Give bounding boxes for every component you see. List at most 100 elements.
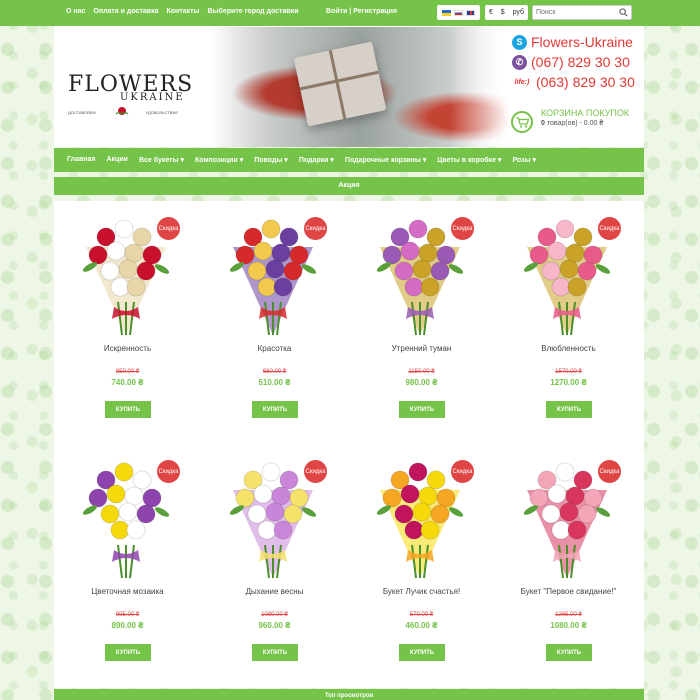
hero-banner xyxy=(210,27,510,147)
product-name[interactable]: Цветочная мозаика xyxy=(54,587,201,596)
top-link-about[interactable]: О нас xyxy=(66,8,85,15)
viber-icon: ✆ xyxy=(512,54,527,70)
skype-name: Flowers-Ukraine xyxy=(531,34,633,50)
nav-item-promo[interactable]: Акции xyxy=(106,156,127,164)
currency-eur[interactable]: € xyxy=(489,9,493,16)
contacts-block: S Flowers-Ukraine ✆ (067) 829 30 30 life… xyxy=(512,32,635,92)
product-card[interactable]: Скидка Влюбленность 1570.00 ₴ 1270.00 ₴ КУПИ… xyxy=(495,201,642,444)
product-old-price: 1570.00 ₴ xyxy=(555,369,582,375)
search-box xyxy=(532,5,632,20)
currency-selector[interactable]: € $ руб xyxy=(485,5,528,20)
product-price: 890.00 ₴ xyxy=(111,621,144,630)
buy-button[interactable]: КУПИТЬ xyxy=(399,644,445,661)
product-card[interactable]: Скидка Утренний туман 1150.00 ₴ 980.00 ₴ КУП… xyxy=(348,201,495,444)
product-price: 740.00 ₴ xyxy=(111,378,144,387)
buy-button[interactable]: КУПИТЬ xyxy=(546,401,592,418)
life-phone: (063) 829 30 30 xyxy=(536,74,635,90)
product-old-price: 1080.00 ₴ xyxy=(261,612,288,618)
discount-badge: Скидка xyxy=(449,215,476,242)
logo-tagline: ДОСТАВЛЯЕМ УДОВОЛЬСТВИЕ xyxy=(68,110,178,115)
product-card[interactable]: Скидка Красотка 680.00 ₴ 510.00 ₴ КУПИТЬ xyxy=(201,201,348,444)
product-old-price: 1265.00 ₴ xyxy=(555,612,582,618)
product-grid: Скидка Искренность 850.00 ₴ 740.00 ₴ КУПИТЬ С… xyxy=(54,201,644,688)
life-contact[interactable]: life:) (063) 829 30 30 xyxy=(512,72,635,92)
product-old-price: 995.00 ₴ xyxy=(115,612,140,618)
product-card[interactable]: Скидка Дыхание весны 1080.00 ₴ 960.00 ₴ КУПИ… xyxy=(201,444,348,687)
auth-links[interactable]: Войти | Регистрация xyxy=(326,8,397,15)
product-name[interactable]: Букет Лучик счастья! xyxy=(348,587,495,596)
product-price: 460.00 ₴ xyxy=(405,621,438,630)
nav-item-gifts[interactable]: Подарки ▾ xyxy=(299,156,334,164)
skype-contact[interactable]: S Flowers-Ukraine xyxy=(512,32,635,52)
cart-title: КОРЗИНА ПОКУПОК xyxy=(541,108,630,118)
currency-usd[interactable]: $ xyxy=(501,9,505,16)
cart-count: 0 xyxy=(541,120,545,127)
product-price: 510.00 ₴ xyxy=(258,378,291,387)
life-icon: life:) xyxy=(514,78,530,86)
product-old-price: 680.00 ₴ xyxy=(262,369,287,375)
flag-en-icon[interactable] xyxy=(466,9,476,16)
main-nav: Главная Акции Все букеты ▾ Композиции ▾ … xyxy=(54,148,644,172)
nav-item-roses[interactable]: Розы ▾ xyxy=(512,156,536,164)
logo-tagline-left: ДОСТАВЛЯЕМ xyxy=(68,110,96,115)
product-card[interactable]: Скидка Букет Лучик счастья! 570.00 ₴ 460.00… xyxy=(348,444,495,687)
product-name[interactable]: Влюбленность xyxy=(495,344,642,353)
buy-button[interactable]: КУПИТЬ xyxy=(105,644,151,661)
top-viewed-title: Топ просмотров xyxy=(54,689,644,700)
top-link-city[interactable]: Выберите город доставки xyxy=(208,8,299,15)
viber-phone: (067) 829 30 30 xyxy=(531,54,630,70)
logo-word-ukraine: UKRAINE xyxy=(120,92,185,103)
discount-badge: Скидка xyxy=(596,215,623,242)
language-selector[interactable] xyxy=(437,5,480,20)
discount-badge: Скидка xyxy=(155,215,182,242)
product-card[interactable]: Скидка Букет "Первое свидание!" 1265.00 ₴ 1… xyxy=(495,444,642,687)
buy-button[interactable]: КУПИТЬ xyxy=(105,401,151,418)
buy-button[interactable]: КУПИТЬ xyxy=(546,644,592,661)
nav-item-occasions[interactable]: Поводы ▾ xyxy=(254,156,288,164)
flag-ru-icon[interactable] xyxy=(453,9,463,16)
product-price: 1270.00 ₴ xyxy=(550,378,587,387)
product-card[interactable]: Скидка Искренность 850.00 ₴ 740.00 ₴ КУПИТЬ xyxy=(54,201,201,444)
buy-button[interactable]: КУПИТЬ xyxy=(252,644,298,661)
top-bar: О нас Оплата и доставка Контакты Выберит… xyxy=(0,0,700,26)
flag-ua-icon[interactable] xyxy=(441,9,451,16)
discount-badge: Скидка xyxy=(302,215,329,242)
cart-summary: 0 товар(ов) - 0.00 ₴ xyxy=(541,120,603,127)
product-price: 1080.00 ₴ xyxy=(550,621,587,630)
cart-total: товар(ов) - 0.00 ₴ xyxy=(546,120,604,127)
search-icon[interactable] xyxy=(619,8,628,17)
product-price: 960.00 ₴ xyxy=(258,621,291,630)
buy-button[interactable]: КУПИТЬ xyxy=(399,401,445,418)
product-name[interactable]: Искренность xyxy=(54,344,201,353)
search-input[interactable] xyxy=(533,6,618,19)
nav-item-gift-baskets[interactable]: Подарочные корзины ▾ xyxy=(345,156,426,164)
logo-tagline-right: УДОВОЛЬСТВИЕ xyxy=(145,110,178,115)
discount-badge: Скидка xyxy=(155,458,182,485)
product-name[interactable]: Букет "Первое свидание!" xyxy=(495,587,642,596)
product-name[interactable]: Красотка xyxy=(201,344,348,353)
nav-item-all-bouquets[interactable]: Все букеты ▾ xyxy=(139,156,184,164)
top-nav: О нас Оплата и доставка Контакты Выберит… xyxy=(66,8,299,15)
discount-badge: Скидка xyxy=(449,458,476,485)
product-old-price: 570.00 ₴ xyxy=(409,612,434,618)
top-link-payment[interactable]: Оплата и доставка xyxy=(93,8,158,15)
discount-badge: Скидка xyxy=(596,458,623,485)
product-old-price: 1150.00 ₴ xyxy=(408,369,435,375)
product-old-price: 850.00 ₴ xyxy=(115,369,140,375)
product-name[interactable]: Дыхание весны xyxy=(201,587,348,596)
nav-item-flowers-in-box[interactable]: Цветы в коробке ▾ xyxy=(437,156,501,164)
gift-box-image xyxy=(293,41,387,127)
cart-icon[interactable] xyxy=(511,111,533,133)
top-link-contacts[interactable]: Контакты xyxy=(166,8,199,15)
site-logo[interactable]: FLOWERS UKRAINE ДОСТАВЛЯЕМ УДОВОЛЬСТВИЕ xyxy=(68,72,192,120)
product-card[interactable]: Скидка Цветочная мозаика 995.00 ₴ 890.00 ₴ К… xyxy=(54,444,201,687)
product-name[interactable]: Утренний туман xyxy=(348,344,495,353)
buy-button[interactable]: КУПИТЬ xyxy=(252,401,298,418)
skype-icon: S xyxy=(512,34,527,50)
nav-item-home[interactable]: Главная xyxy=(67,156,95,164)
discount-badge: Скидка xyxy=(302,458,329,485)
product-price: 980.00 ₴ xyxy=(405,378,438,387)
viber-contact[interactable]: ✆ (067) 829 30 30 xyxy=(512,52,635,72)
currency-rub[interactable]: руб xyxy=(513,9,524,16)
nav-item-compositions[interactable]: Композиции ▾ xyxy=(195,156,243,164)
